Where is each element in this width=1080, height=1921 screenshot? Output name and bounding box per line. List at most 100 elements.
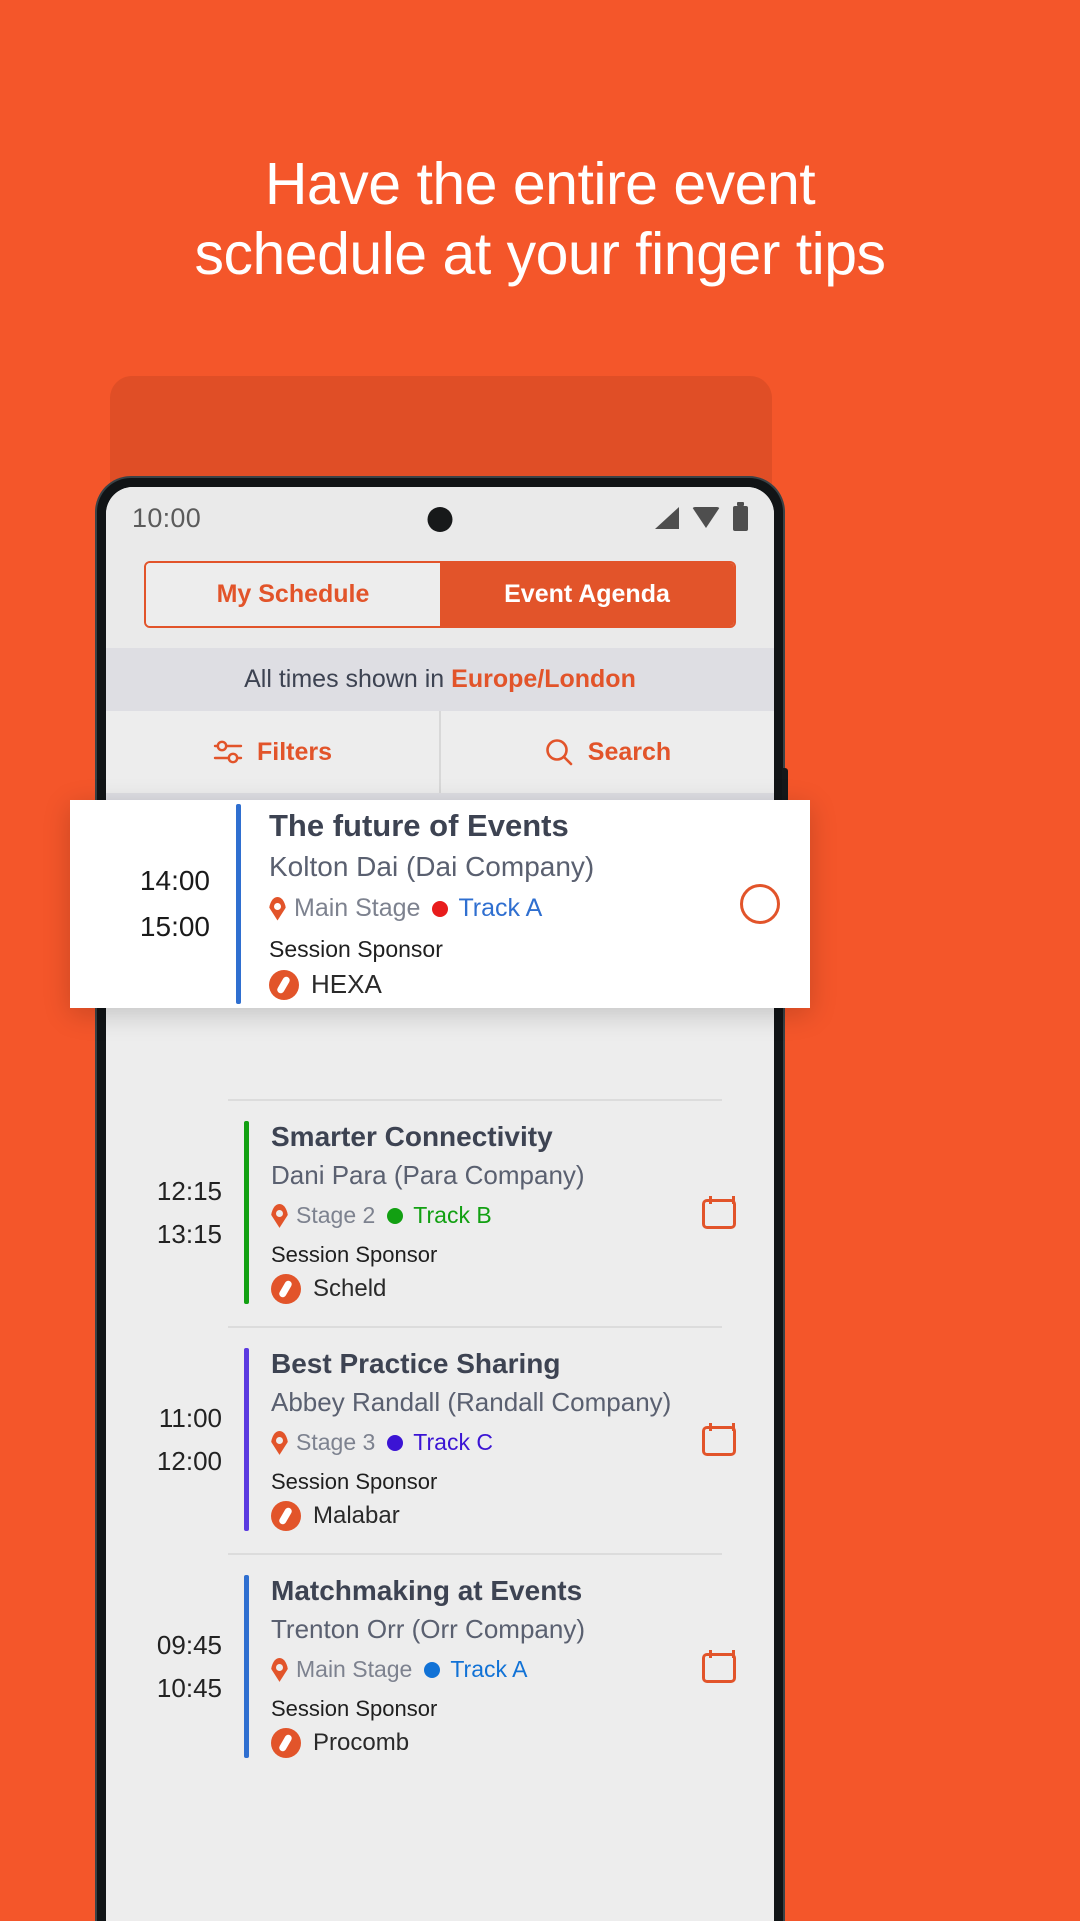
sponsor-logo-icon [271, 1501, 301, 1532]
status-bar-icons [655, 501, 748, 531]
session-speaker: Trenton Orr (Orr Company) [271, 1614, 585, 1645]
session-stage-label: Main Stage [296, 1656, 413, 1683]
status-bar: 10:00 [106, 487, 774, 549]
calendar-icon [702, 1423, 736, 1457]
search-icon [545, 739, 573, 766]
tab-my-schedule[interactable]: My Schedule [146, 563, 440, 626]
search-label: Search [587, 737, 672, 766]
session-sponsor-label: Session Sponsor [271, 1242, 438, 1268]
headline-line-1: Have the entire event [264, 151, 816, 217]
session-details: Smarter Connectivity Dani Para (Para Com… [271, 1121, 684, 1305]
session-sponsor-label: Session Sponsor [271, 1469, 438, 1495]
session-row-best-practice-sharing[interactable]: 11:00 12:00 Best Practice Sharing Abbey … [106, 1326, 774, 1553]
location-pin-icon [271, 1431, 288, 1455]
session-sponsor: Procomb [271, 1728, 684, 1759]
tab-bar-container: My Schedule Event Agenda [106, 549, 774, 648]
circle-outline-icon [740, 884, 780, 924]
location-pin-icon [271, 1204, 288, 1228]
session-stage-label: Stage 3 [296, 1429, 376, 1456]
calendar-icon [702, 1650, 736, 1684]
sliders-icon [213, 740, 243, 764]
sponsor-name: Procomb [313, 1729, 410, 1757]
sponsor-logo-icon [271, 1274, 301, 1305]
front-camera-punch-hole [427, 507, 453, 532]
add-to-calendar-button[interactable] [684, 1650, 754, 1684]
schedule-tab-group: My Schedule Event Agenda [144, 561, 736, 628]
wifi-icon [692, 507, 720, 528]
session-end-time: 10:45 [156, 1672, 222, 1703]
featured-session-track: Track A [432, 894, 542, 923]
session-details: Best Practice Sharing Abbey Randall (Ran… [271, 1348, 684, 1532]
session-row-smarter-connectivity[interactable]: 12:15 13:15 Smarter Connectivity Dani Pa… [106, 1099, 774, 1326]
session-stage: Stage 3 [271, 1429, 375, 1456]
session-accent-bar [244, 1575, 249, 1759]
session-sponsor: Malabar [271, 1501, 684, 1532]
featured-session-stage: Main Stage [269, 894, 420, 923]
featured-session-title: The future of Events [269, 808, 569, 843]
session-speaker: Dani Para (Para Company) [271, 1160, 585, 1191]
session-title: Best Practice Sharing [271, 1348, 561, 1380]
track-color-dot [387, 1434, 404, 1451]
session-end-time: 12:00 [156, 1445, 222, 1476]
session-track: Track B [387, 1202, 492, 1229]
session-speaker: Abbey Randall (Randall Company) [271, 1387, 672, 1418]
session-row-matchmaking-at-events[interactable]: 09:45 10:45 Matchmaking at Events Trento… [106, 1553, 774, 1780]
tab-event-agenda[interactable]: Event Agenda [440, 563, 734, 626]
track-color-dot [424, 1661, 441, 1678]
search-button[interactable]: Search [439, 711, 774, 793]
track-color-dot [387, 1207, 404, 1224]
featured-session-speaker: Kolton Dai (Dai Company) [269, 851, 595, 882]
session-track-label: Track A [450, 1656, 528, 1683]
session-title: Matchmaking at Events [271, 1575, 583, 1607]
session-track-label: Track C [413, 1429, 493, 1456]
session-accent-bar [244, 1348, 249, 1532]
session-accent-bar [244, 1121, 249, 1305]
featured-session-sponsor: HEXA [269, 969, 722, 1000]
session-sponsor: Scheld [271, 1274, 684, 1305]
page-headline: Have the entire event schedule at your f… [0, 150, 1080, 289]
location-pin-icon [271, 1658, 288, 1682]
session-time: 12:15 13:15 [132, 1170, 228, 1256]
session-meta: Stage 2 Track B [271, 1202, 684, 1229]
session-sponsor-label: Session Sponsor [271, 1696, 438, 1722]
session-stage: Stage 2 [271, 1202, 375, 1229]
timezone-prefix-label: All times shown in [244, 665, 452, 693]
featured-add-button[interactable] [732, 884, 788, 924]
featured-session-card[interactable]: 14:00 15:00 The future of Events Kolton … [70, 800, 810, 1008]
signal-icon [655, 507, 679, 529]
session-time: 09:45 10:45 [132, 1624, 228, 1710]
status-bar-time: 10:00 [132, 502, 202, 533]
timezone-banner: All times shown in Europe/London [106, 648, 774, 711]
phone-screen: 10:00 My Schedule Event Agenda All times… [106, 487, 774, 1921]
featured-session-details: The future of Events Kolton Dai (Dai Com… [269, 808, 722, 1000]
session-track: Track C [387, 1429, 493, 1456]
featured-end-time: 15:00 [139, 911, 210, 942]
sponsor-logo-icon [269, 969, 299, 1000]
session-start-time: 12:15 [156, 1175, 222, 1206]
session-stage: Main Stage [271, 1656, 412, 1683]
featured-sponsor-label: Session Sponsor [269, 936, 443, 962]
calendar-icon [702, 1196, 736, 1230]
featured-session-meta: Main Stage Track A [269, 894, 722, 923]
featured-track-label: Track A [458, 894, 543, 922]
session-meta: Main Stage Track A [271, 1656, 684, 1683]
featured-start-time: 14:00 [139, 864, 210, 896]
add-to-calendar-button[interactable] [684, 1196, 754, 1230]
session-track: Track A [424, 1656, 527, 1683]
session-list: 12:15 13:15 Smarter Connectivity Dani Pa… [106, 893, 774, 1781]
phone-device-frame: 10:00 My Schedule Event Agenda All times… [97, 478, 788, 1921]
featured-sponsor-name: HEXA [311, 969, 382, 999]
session-time: 11:00 12:00 [132, 1397, 228, 1483]
session-start-time: 11:00 [158, 1402, 222, 1433]
sponsor-name: Scheld [313, 1275, 387, 1303]
filters-label: Filters [256, 737, 333, 766]
filters-button[interactable]: Filters [106, 711, 439, 793]
featured-session-time: 14:00 15:00 [96, 858, 216, 950]
session-meta: Stage 3 Track C [271, 1429, 684, 1456]
session-start-time: 09:45 [156, 1629, 222, 1660]
add-to-calendar-button[interactable] [684, 1423, 754, 1457]
sponsor-name: Malabar [313, 1502, 400, 1530]
sponsor-logo-icon [271, 1728, 301, 1759]
filter-search-toolbar: Filters Search [106, 711, 774, 793]
location-pin-icon [269, 897, 286, 921]
